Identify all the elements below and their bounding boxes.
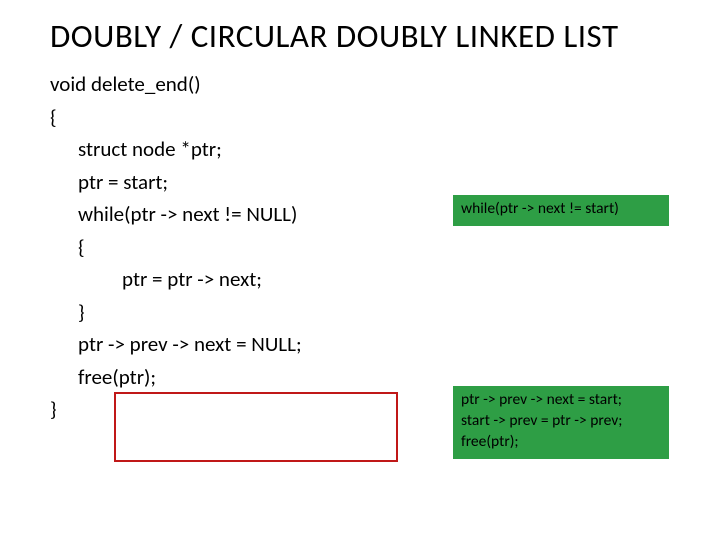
code-block: void delete_end() { struct node *ptr; pt…: [50, 68, 682, 426]
slide: DOUBLY / CIRCULAR DOUBLY LINKED LIST voi…: [0, 0, 720, 426]
code-line: struct node *ptr;: [50, 133, 682, 166]
code-line: }: [50, 296, 682, 329]
annotation-line: start -> prev = ptr -> prev;: [461, 411, 659, 432]
annotation-line: free(ptr);: [461, 432, 659, 453]
code-line: ptr -> prev -> next = NULL;: [50, 328, 682, 361]
code-line: {: [50, 231, 682, 264]
code-line: ptr = ptr -> next;: [50, 263, 682, 296]
code-line: ptr = start;: [50, 166, 682, 199]
annotation-line: ptr -> prev -> next = start;: [461, 390, 659, 411]
slide-title: DOUBLY / CIRCULAR DOUBLY LINKED LIST: [50, 16, 682, 56]
code-line: {: [50, 101, 682, 134]
annotation-box-1: while(ptr -> next != start): [453, 195, 669, 226]
annotation-box-2: ptr -> prev -> next = start; start -> pr…: [453, 386, 669, 459]
code-line: void delete_end(): [50, 68, 682, 101]
annotation-line: while(ptr -> next != start): [461, 199, 659, 220]
